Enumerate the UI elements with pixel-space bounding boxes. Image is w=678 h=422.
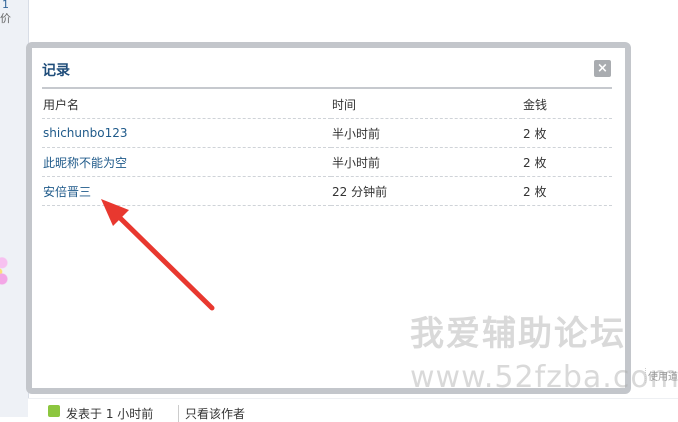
author-only-link[interactable]: 只看该作者 bbox=[178, 405, 245, 422]
side-hint-text: 使用道 bbox=[645, 368, 678, 383]
post-status-icon bbox=[48, 405, 60, 417]
watermark-text: 我爱辅助论坛 bbox=[410, 314, 626, 354]
post-time: 发表于 1 小时前 bbox=[66, 407, 154, 421]
post-meta-bar: 发表于 1 小时前 只看该作者 bbox=[28, 398, 678, 422]
watermark-url: www.52fzba.com bbox=[410, 360, 678, 395]
arrow-shaft bbox=[113, 211, 215, 311]
